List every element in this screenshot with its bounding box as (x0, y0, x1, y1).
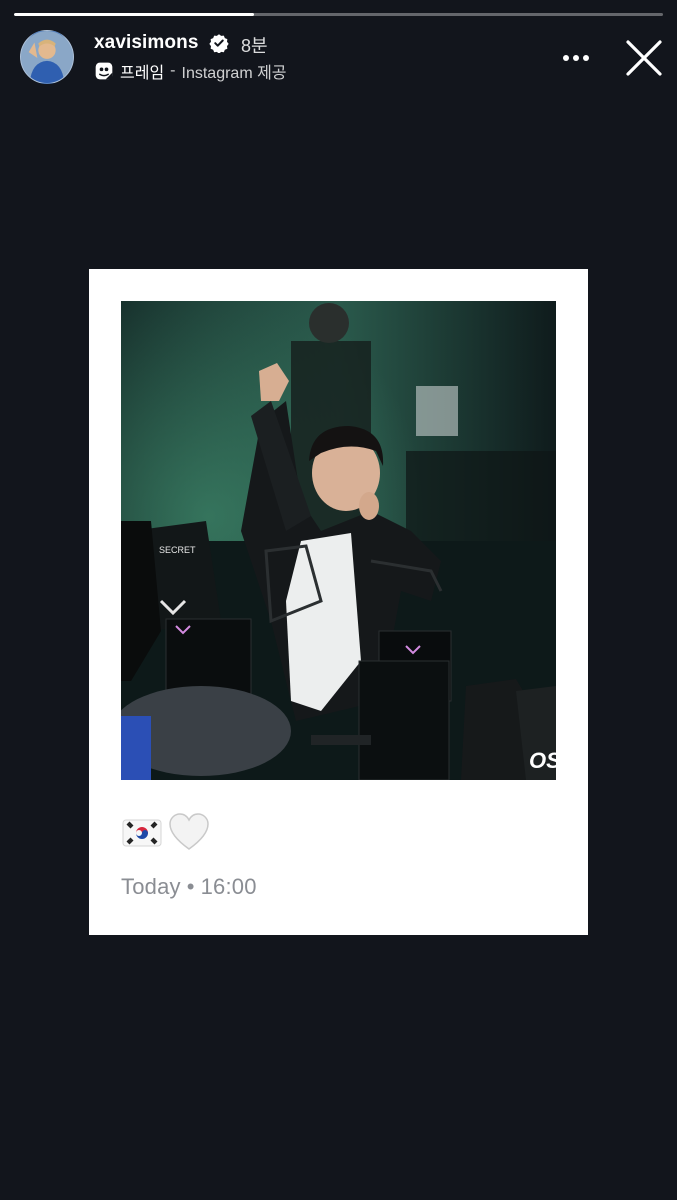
story-header: xavisimons 8분 프레임 - Instagram 제공 (0, 24, 677, 96)
white-heart-emoji (169, 813, 209, 850)
svg-text:SECRET: SECRET (159, 545, 196, 555)
close-button[interactable] (622, 36, 666, 80)
username[interactable]: xavisimons (94, 32, 199, 54)
caption-emoji-row (121, 809, 211, 857)
story-progress-fill (14, 13, 255, 16)
story-progress-bar (14, 13, 663, 16)
caption-separator: • (186, 874, 195, 899)
close-icon (626, 40, 662, 76)
source-provider: Instagram 제공 (181, 65, 287, 82)
story-photo: SECRET O (121, 301, 556, 780)
story-source[interactable]: 프레임 - Instagram 제공 (94, 60, 287, 82)
caption-time: 16:00 (200, 874, 257, 899)
more-horizontal-icon (563, 55, 589, 61)
post-time: 8분 (241, 36, 268, 56)
photo-watermark: OS (529, 748, 556, 773)
source-separator: - (170, 62, 176, 79)
polaroid-frame-card[interactable]: SECRET O Today • 16:00 (89, 269, 588, 935)
more-options-button[interactable] (558, 44, 594, 72)
caption-day: Today (121, 874, 181, 899)
caption-date: Today • 16:00 (121, 874, 257, 900)
frame-sticker-icon (95, 62, 113, 80)
avatar[interactable] (20, 30, 74, 84)
south-korea-flag-emoji (122, 819, 162, 847)
verified-badge-icon (209, 34, 229, 53)
source-name: 프레임 (120, 65, 165, 82)
